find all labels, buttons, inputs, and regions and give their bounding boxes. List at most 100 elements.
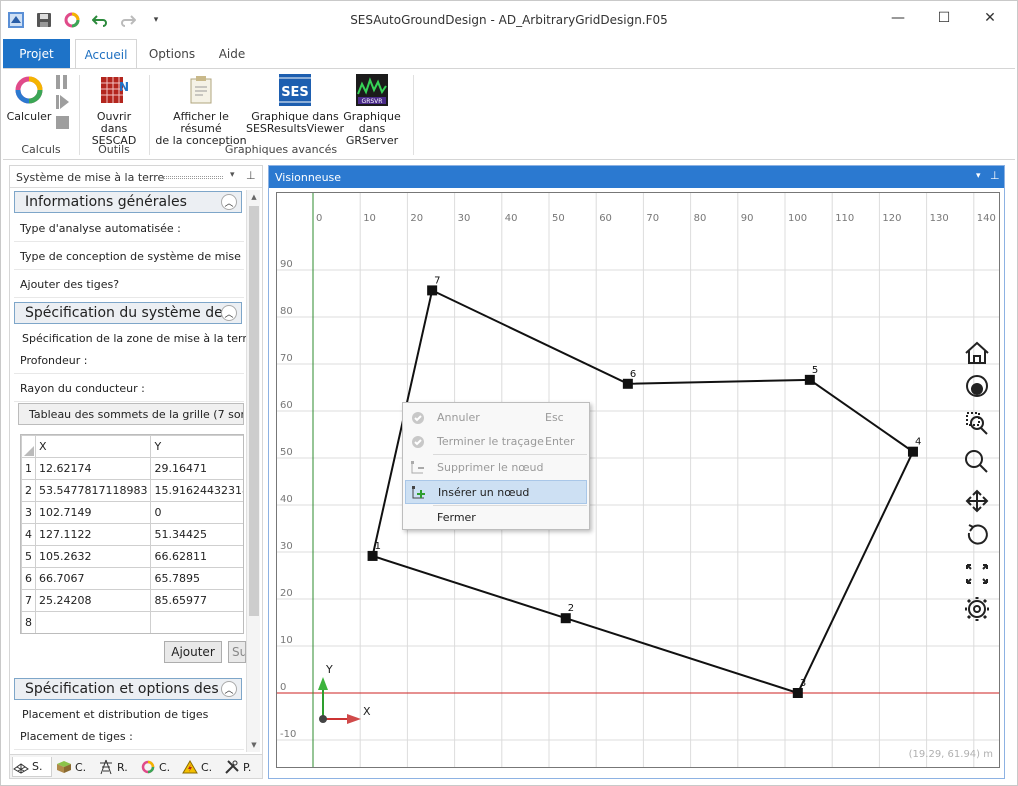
row-number[interactable]: 4 bbox=[21, 523, 36, 546]
app-window: ▾ SESAutoGroundDesign - AD_ArbitraryGrid… bbox=[0, 0, 1018, 786]
bottom-tab-systeme[interactable]: S. bbox=[12, 757, 52, 777]
group-separator bbox=[79, 75, 80, 155]
row-number[interactable]: 5 bbox=[21, 545, 36, 568]
cell-x[interactable]: 66.7067 bbox=[34, 567, 152, 590]
bottom-tab-fault[interactable]: C. bbox=[182, 757, 222, 777]
bottom-tab-label: R. bbox=[117, 760, 128, 774]
pan-icon[interactable] bbox=[965, 489, 989, 513]
pin-icon[interactable]: ⊥ bbox=[990, 169, 1000, 182]
ouvrir-sescad-button[interactable]: N Ouvrir dans SESCAD bbox=[83, 73, 145, 147]
settings-gear-icon[interactable] bbox=[965, 597, 989, 621]
grid-vertex[interactable] bbox=[427, 285, 438, 296]
column-header-y[interactable]: Y bbox=[150, 435, 243, 458]
viewer-dropdown-icon[interactable]: ▾ bbox=[976, 171, 981, 181]
panel-scrollbar[interactable]: ▲ ▼ bbox=[246, 190, 260, 752]
grid-vertex[interactable] bbox=[804, 374, 815, 385]
grid-vertex[interactable] bbox=[792, 688, 803, 698]
cell-x[interactable]: 25.24208 bbox=[34, 589, 152, 612]
menu-item-supprimer[interactable]: Supprimer le nœud bbox=[405, 456, 587, 480]
afficher-resume-button[interactable]: Afficher le résumé de la conception bbox=[153, 73, 249, 147]
cell-x[interactable]: 105.2632 bbox=[34, 545, 152, 568]
cell-y[interactable]: 85.65977 bbox=[150, 589, 243, 612]
table-row[interactable]: 5 105.2632 66.62811 bbox=[21, 545, 243, 568]
graphique-grserver-button[interactable]: GRSVR Graphique dans GRServer bbox=[333, 73, 411, 147]
cell-x[interactable]: 102.7149 bbox=[34, 501, 152, 524]
chevron-up-icon[interactable]: ︿ bbox=[221, 305, 237, 321]
supprimer-button[interactable]: Su bbox=[228, 641, 246, 663]
table-row[interactable]: 6 66.7067 65.7895 bbox=[21, 567, 243, 590]
cell-y[interactable]: 29.16471 bbox=[150, 457, 243, 480]
table-row[interactable]: 3 102.7149 0 bbox=[21, 501, 243, 524]
close-button[interactable]: ✕ bbox=[967, 1, 1013, 35]
tab-aide[interactable]: Aide bbox=[207, 39, 257, 68]
svg-text:GRSVR: GRSVR bbox=[362, 98, 383, 105]
grid-plot[interactable]: 0 10 20 30 40 50 60 70 80 90 100 110 120 130 140908070… bbox=[277, 193, 1000, 768]
cell-y[interactable]: 51.34425 bbox=[150, 523, 243, 546]
maximize-button[interactable]: ☐ bbox=[921, 1, 967, 35]
section-specification-options[interactable]: Spécification et options des ︿ bbox=[14, 678, 242, 700]
menu-item-inserer[interactable]: Insérer un nœud bbox=[405, 480, 587, 504]
row-number[interactable]: 6 bbox=[21, 567, 36, 590]
drag-handle[interactable] bbox=[163, 176, 223, 179]
row-number[interactable]: 1 bbox=[21, 457, 36, 480]
select-all-icon[interactable] bbox=[24, 446, 34, 456]
tab-projet[interactable]: Projet bbox=[3, 39, 70, 68]
cell-y[interactable] bbox=[150, 611, 243, 633]
table-row[interactable]: 1 12.62174 29.16471 bbox=[21, 457, 243, 480]
bottom-tab-params[interactable]: P. bbox=[224, 757, 260, 777]
chevron-up-icon[interactable]: ︿ bbox=[221, 681, 237, 697]
cell-y[interactable]: 0 bbox=[150, 501, 243, 524]
rotate-icon[interactable] bbox=[967, 524, 988, 545]
row-number[interactable]: 7 bbox=[21, 589, 36, 612]
row-number[interactable]: 3 bbox=[21, 501, 36, 524]
bottom-tab-label: S. bbox=[32, 760, 43, 773]
row-number[interactable]: 8 bbox=[21, 611, 36, 633]
cell-x[interactable]: 12.62174 bbox=[34, 457, 152, 480]
table-row[interactable]: 4 127.1122 51.34425 bbox=[21, 523, 243, 546]
scroll-up-icon[interactable]: ▲ bbox=[247, 190, 261, 204]
section-informations-generales[interactable]: Informations générales ︿ bbox=[14, 191, 242, 213]
calculer-button[interactable]: Calculer bbox=[7, 73, 51, 123]
fit-extents-icon[interactable] bbox=[966, 564, 988, 584]
grid-vertex[interactable] bbox=[907, 446, 918, 457]
table-row[interactable]: 8 bbox=[21, 611, 243, 633]
menu-item-annuler[interactable]: Annuler Esc bbox=[405, 406, 587, 430]
cell-y[interactable]: 66.62811 bbox=[150, 545, 243, 568]
cell-x[interactable] bbox=[34, 611, 152, 633]
grid-vertex[interactable] bbox=[560, 613, 571, 624]
scroll-down-icon[interactable]: ▼ bbox=[247, 738, 261, 752]
eye-icon[interactable] bbox=[966, 375, 988, 397]
vertex-label: 2 bbox=[568, 603, 574, 614]
tableau-sommets-button[interactable]: Tableau des sommets de la grille (7 somm bbox=[18, 403, 244, 425]
zoom-window-icon[interactable] bbox=[966, 412, 988, 435]
cell-y[interactable]: 15.916244323189 bbox=[150, 479, 243, 502]
pin-icon[interactable]: ⊥ bbox=[246, 169, 256, 182]
grid-vertex[interactable] bbox=[622, 378, 633, 389]
cell-x[interactable]: 127.1122 bbox=[34, 523, 152, 546]
tab-options[interactable]: Options bbox=[142, 39, 202, 68]
cell-y[interactable]: 65.7895 bbox=[150, 567, 243, 590]
bottom-tab-tower[interactable]: R. bbox=[98, 757, 136, 777]
tab-accueil[interactable]: Accueil bbox=[75, 39, 137, 69]
minimize-button[interactable]: — bbox=[875, 1, 921, 35]
scroll-thumb[interactable] bbox=[249, 206, 259, 616]
chevron-up-icon[interactable]: ︿ bbox=[221, 194, 237, 210]
cell-x[interactable]: 53.5477817118983 bbox=[34, 479, 152, 502]
table-row[interactable]: 253.547781711898315.916244323189 bbox=[21, 479, 243, 502]
viewer-canvas[interactable]: 0 10 20 30 40 50 60 70 80 90 100 110 120 130 140 90 80 70… bbox=[276, 192, 1000, 768]
grid-vertex[interactable] bbox=[367, 550, 378, 561]
x-tick-label: 30 bbox=[458, 213, 471, 224]
bottom-tab-soil[interactable]: C. bbox=[56, 757, 94, 777]
table-row[interactable]: 7 25.24208 85.65977 bbox=[21, 589, 243, 612]
home-icon[interactable] bbox=[965, 341, 989, 364]
section-specification-systeme[interactable]: Spécification du système de ︿ bbox=[14, 302, 242, 324]
menu-item-fermer[interactable]: Fermer bbox=[405, 506, 587, 530]
menu-item-terminer[interactable]: Terminer le traçage Enter bbox=[405, 430, 587, 454]
zoom-icon[interactable] bbox=[965, 450, 988, 473]
row-number[interactable]: 2 bbox=[21, 479, 36, 502]
bottom-tab-compute[interactable]: C. bbox=[140, 757, 178, 777]
panel-dropdown-icon[interactable]: ▾ bbox=[230, 170, 235, 180]
graphique-sesresultsviewer-button[interactable]: SES Graphique dans SESResultsViewer bbox=[246, 73, 344, 135]
column-header-x[interactable]: X bbox=[34, 435, 152, 458]
ajouter-button[interactable]: Ajouter bbox=[164, 641, 222, 663]
